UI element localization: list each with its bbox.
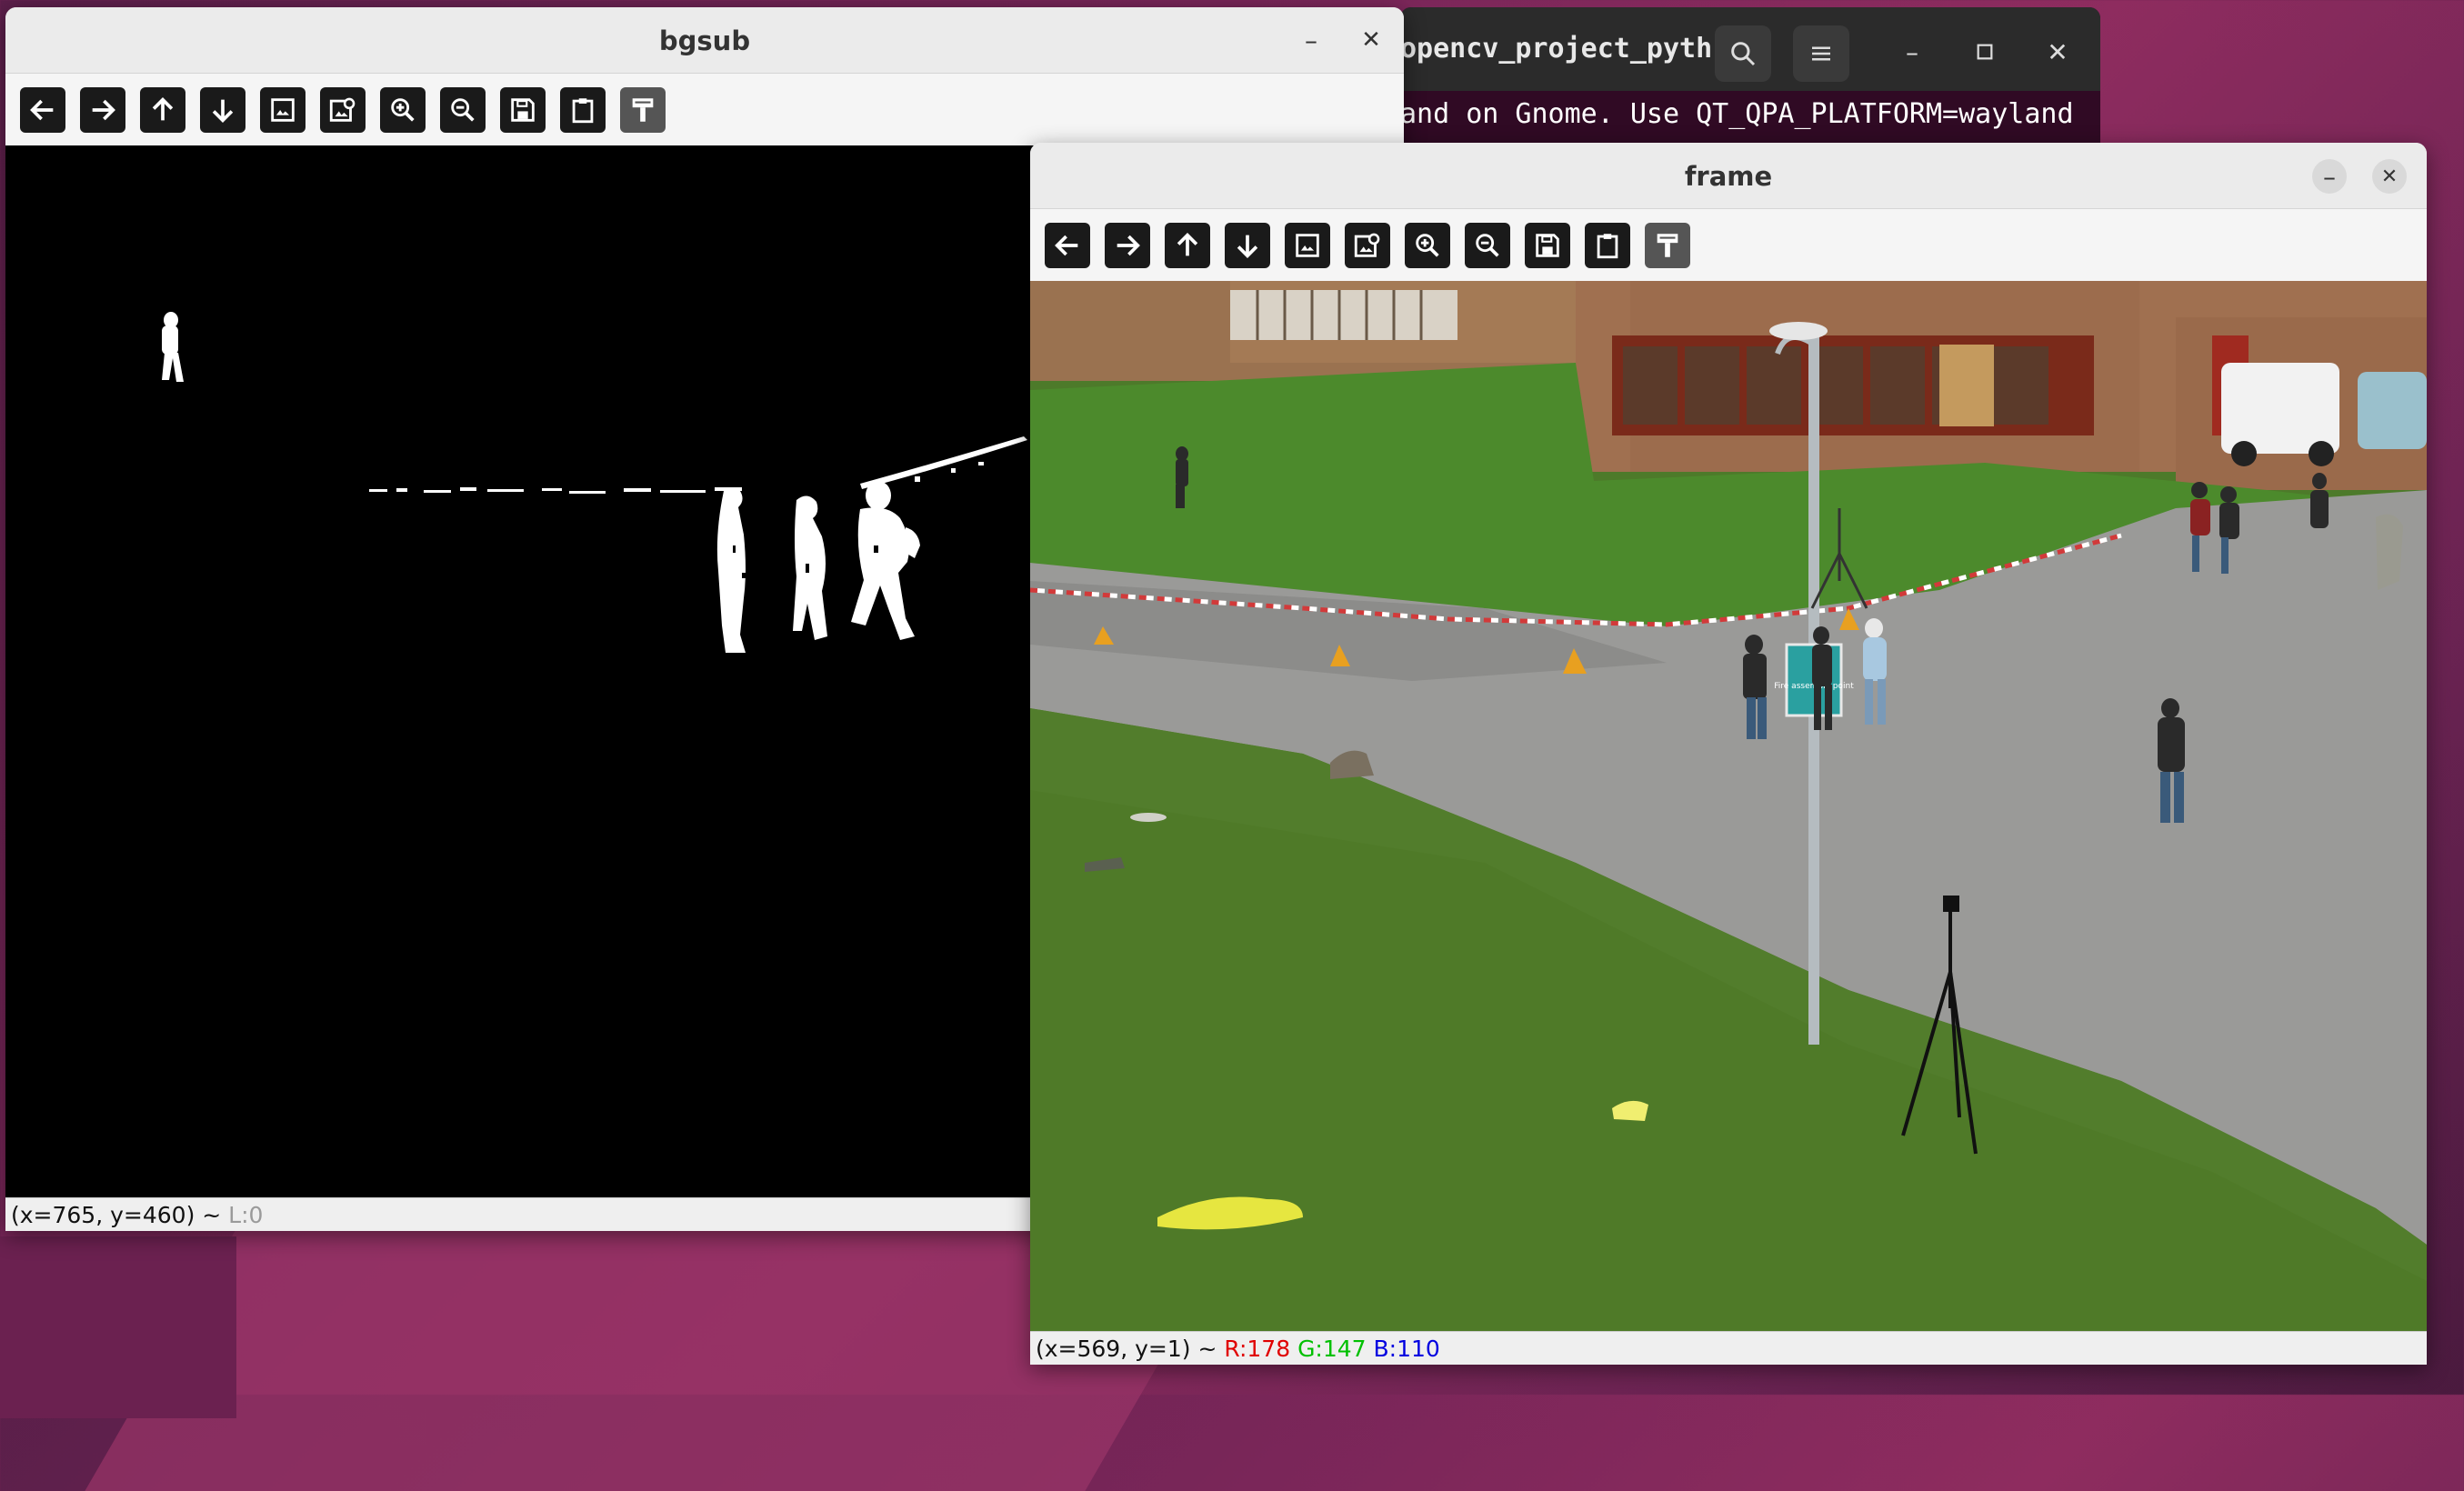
frame-toolbar [1030,209,2427,282]
zoom-in-icon[interactable] [1405,223,1450,268]
hamburger-menu-icon[interactable] [1793,25,1849,82]
status-green-value: G:147 [1297,1336,1367,1362]
save-icon[interactable] [1525,223,1570,268]
pan-left-icon[interactable] [1045,223,1090,268]
properties-icon[interactable] [1645,223,1690,268]
wallpaper-shape [0,1236,236,1418]
pan-right-icon[interactable] [80,87,125,133]
close-icon[interactable]: ✕ [1351,20,1391,60]
terminal-header: opencv_project_pyth... – ✕ [1400,7,2100,91]
copy-clipboard-icon[interactable] [560,87,606,133]
terminal-title: opencv_project_pyth... [1400,33,1762,65]
pan-left-icon[interactable] [20,87,65,133]
frame-window[interactable]: frame – ✕ Fire assembly point (x=569, y=… [1030,143,2427,1365]
bgsub-titlebar[interactable]: bgsub – ✕ [5,7,1404,74]
zoom-original-icon[interactable] [320,87,366,133]
minimize-icon[interactable]: – [1291,20,1331,60]
terminal-window[interactable]: opencv_project_pyth... – ✕ and on Gnome.… [1400,7,2100,144]
terminal-output-line: and on Gnome. Use QT_QPA_PLATFORM=waylan… [1400,98,2074,130]
save-icon[interactable] [500,87,546,133]
window-title: frame [1684,161,1773,192]
zoom-in-icon[interactable] [380,87,426,133]
zoom-fit-icon[interactable] [1285,223,1330,268]
bgsub-toolbar [5,74,1404,146]
zoom-original-icon[interactable] [1345,223,1390,268]
zoom-out-icon[interactable] [440,87,486,133]
status-coordinates: (x=569, y=1) ~ [1036,1336,1217,1362]
pan-up-icon[interactable] [140,87,185,133]
pan-up-icon[interactable] [1165,223,1210,268]
status-red-value: R:178 [1224,1336,1291,1362]
pan-down-icon[interactable] [200,87,245,133]
close-icon[interactable]: ✕ [2372,159,2407,194]
pan-right-icon[interactable] [1105,223,1150,268]
window-title: bgsub [658,25,751,56]
status-coordinates: (x=765, y=460) ~ [11,1201,222,1228]
properties-icon[interactable] [620,87,666,133]
frame-titlebar[interactable]: frame – ✕ [1030,143,2427,209]
pan-down-icon[interactable] [1225,223,1270,268]
close-icon[interactable]: ✕ [2037,31,2078,73]
camera-frame: Fire assembly point [1030,281,2427,1331]
zoom-out-icon[interactable] [1465,223,1510,268]
copy-clipboard-icon[interactable] [1585,223,1630,268]
search-icon[interactable] [1715,25,1771,82]
frame-statusbar: (x=569, y=1) ~ R:178 G:147 B:110 [1030,1331,2427,1365]
maximize-icon[interactable] [1964,31,2006,73]
zoom-fit-icon[interactable] [260,87,305,133]
status-blue-value: B:110 [1373,1336,1440,1362]
minimize-icon[interactable]: – [2312,159,2347,194]
status-layer: L:0 [228,1201,264,1228]
minimize-icon[interactable]: – [1891,31,1933,73]
frame-image-canvas[interactable]: Fire assembly point [1030,281,2427,1331]
